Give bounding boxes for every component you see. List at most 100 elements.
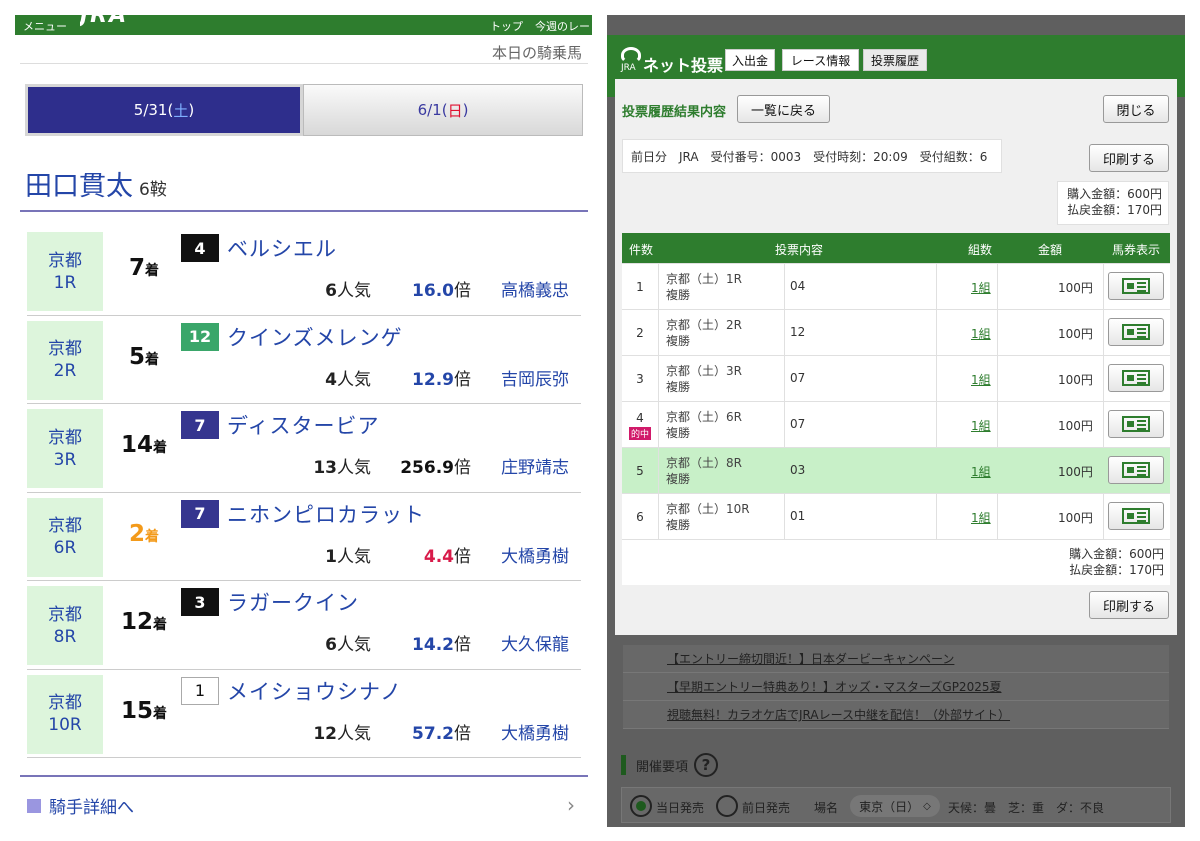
tab-deposit[interactable]: 入出金	[725, 49, 775, 71]
ticket-view-button[interactable]	[1108, 456, 1164, 484]
popularity-unit: 人気	[337, 281, 371, 301]
promo-link[interactable]: 視聴無料！カラオケ店でJRAレース中継を配信！（外部サイト）	[623, 701, 1169, 729]
venue-name: 京都	[48, 427, 82, 448]
row-race: 京都（土）3R 複勝	[666, 363, 742, 395]
radio-previous-day[interactable]	[716, 795, 738, 817]
popularity: 6人気	[325, 276, 371, 301]
horse-name[interactable]: クインズメレンゲ	[227, 322, 403, 352]
chevron-right-icon[interactable]: ›	[567, 793, 575, 817]
finish-place: 7着	[114, 255, 174, 281]
race-venue-badge: 京都 8R	[27, 586, 103, 665]
horse-name[interactable]: メイショウシナノ	[227, 676, 402, 706]
row-selection: 01	[790, 509, 806, 523]
row-race-name: 京都（土）8R	[666, 456, 742, 470]
place-number: 15	[120, 697, 153, 724]
tab-race-info[interactable]: レース情報	[782, 49, 859, 71]
trainer-name[interactable]: 庄野靖志	[501, 453, 569, 478]
race-number: 2R	[53, 361, 77, 381]
tab-dow-sat: 土	[173, 101, 189, 120]
row-selection: 04	[790, 279, 806, 293]
col-count: 件数	[629, 243, 654, 257]
row-kumi-link[interactable]: 1組	[971, 417, 991, 434]
divider	[20, 775, 588, 777]
jra-logo[interactable]: JRA	[80, 7, 128, 27]
page-subtitle-bar: 本日の騎乗馬	[20, 38, 588, 64]
popularity-rank: 6	[325, 281, 337, 301]
venue-select[interactable]: 東京（日） ◇	[850, 795, 940, 817]
back-to-list-button[interactable]: 一覧に戻る	[737, 95, 830, 123]
radio-today[interactable]	[630, 795, 652, 817]
ticket-view-button[interactable]	[1108, 502, 1164, 530]
trainer-name[interactable]: 高橋義忠	[501, 276, 569, 301]
print-button[interactable]: 印刷する	[1089, 144, 1169, 172]
trainer-name[interactable]: 大橋勇樹	[501, 719, 569, 744]
popularity: 1人気	[325, 542, 371, 567]
promo-link[interactable]: 【早期エントリー特典あり！】オッズ・マスターズGP2025夏	[623, 673, 1169, 701]
divider	[20, 210, 588, 212]
table-row: 2 京都（土）2R 複勝 12 1組 100円	[622, 309, 1170, 356]
row-number-value: 5	[636, 464, 644, 478]
trainer-name[interactable]: 大橋勇樹	[501, 542, 569, 567]
promo-link[interactable]: 【エントリー締切間近！】日本ダービーキャンペーン	[623, 645, 1169, 673]
row-race-name: 京都（土）2R	[666, 318, 742, 332]
ticket-view-button[interactable]	[1108, 410, 1164, 438]
horse-name[interactable]: ディスタービア	[227, 410, 380, 440]
race-row[interactable]: 京都 10R 15着 1 メイショウシナノ 12人気 57.2倍 大橋勇樹	[27, 670, 581, 758]
horse-name[interactable]: ベルシエル	[227, 233, 337, 263]
race-venue-badge: 京都 6R	[27, 497, 103, 577]
row-kumi-link[interactable]: 1組	[971, 509, 991, 526]
venue-name: 京都	[48, 604, 82, 625]
tab-date-sat[interactable]: 5/31(土)	[25, 84, 303, 136]
help-icon[interactable]: ?	[694, 753, 719, 777]
race-row[interactable]: 京都 1R 7着 4 ベルシエル 6人気 16.0倍 高橋義忠	[27, 227, 581, 316]
col-content: 投票内容	[775, 243, 824, 257]
ticket-icon	[1122, 324, 1150, 340]
menu-button[interactable]: メニュー	[23, 18, 67, 34]
modal-title: 投票履歴結果内容	[622, 105, 727, 120]
tab-date-sun[interactable]: 6/1(日)	[303, 84, 583, 136]
jockey-detail-link[interactable]: 騎手詳細へ	[27, 793, 134, 818]
odds-value: 12.9	[412, 369, 454, 390]
square-bullet-icon	[27, 798, 41, 813]
purchase-amount: 購入金額：600円	[1067, 187, 1162, 201]
tab-paren: )	[188, 101, 195, 119]
row-kumi-link[interactable]: 1組	[971, 325, 991, 342]
net-vote-title: ネット投票	[643, 56, 724, 75]
meeting-info-label: 開催要項	[636, 759, 689, 775]
top-link[interactable]: トップ	[490, 18, 523, 34]
ticket-view-button[interactable]	[1108, 318, 1164, 346]
odds: 4.4倍	[424, 542, 471, 567]
trainer-name[interactable]: 大久保龍	[501, 630, 569, 655]
finish-place: 5着	[114, 344, 174, 370]
jra-logo-text: JRA	[621, 63, 636, 73]
ticket-view-button[interactable]	[1108, 272, 1164, 300]
sale-filter-bar: 当日発売 前日発売 場名 東京（日） ◇ 天候：曇 芝：重 ダ：不良	[621, 787, 1171, 823]
odds: 16.0倍	[412, 276, 471, 301]
row-race-name: 京都（土）3R	[666, 364, 742, 378]
hit-badge: 的中	[628, 426, 651, 440]
row-number-value: 3	[636, 372, 644, 386]
col-kumi: 組数	[968, 243, 993, 257]
horse-name[interactable]: ニホンピロカラット	[227, 499, 425, 529]
tab-vote-history[interactable]: 投票履歴	[863, 49, 927, 71]
odds-unit: 倍	[454, 546, 471, 567]
race-row[interactable]: 京都 2R 5着 12 クインズメレンゲ 4人気 12.9倍 吉岡辰弥	[27, 316, 581, 404]
close-button[interactable]: 閉じる	[1103, 95, 1169, 123]
gate-number-badge: 4	[181, 234, 219, 262]
race-row[interactable]: 京都 8R 12着 3 ラガークイン 6人気 14.2倍 大久保龍	[27, 581, 581, 670]
row-number-value: 6	[636, 510, 644, 524]
odds-unit: 倍	[454, 458, 471, 478]
tab-date-label: 5/31(	[133, 101, 174, 119]
popularity: 13人気	[313, 453, 371, 478]
ticket-view-button[interactable]	[1108, 364, 1164, 392]
row-kumi-link[interactable]: 1組	[971, 463, 991, 480]
print-button-bottom[interactable]: 印刷する	[1089, 591, 1169, 619]
race-row[interactable]: 京都 6R 2着 7 ニホンピロカラット 1人気 4.4倍 大橋勇樹	[27, 493, 581, 581]
horse-name[interactable]: ラガークイン	[227, 587, 359, 617]
row-kumi-link[interactable]: 1組	[971, 371, 991, 388]
trainer-name[interactable]: 吉岡辰弥	[501, 365, 569, 390]
row-kumi-link[interactable]: 1組	[971, 279, 991, 296]
promo-text: 視聴無料！カラオケ店でJRAレース中継を配信！（外部サイト）	[667, 708, 1011, 722]
race-row[interactable]: 京都 3R 14着 7 ディスタービア 13人気 256.9倍 庄野靖志	[27, 404, 581, 493]
ticket-icon	[1122, 416, 1150, 432]
